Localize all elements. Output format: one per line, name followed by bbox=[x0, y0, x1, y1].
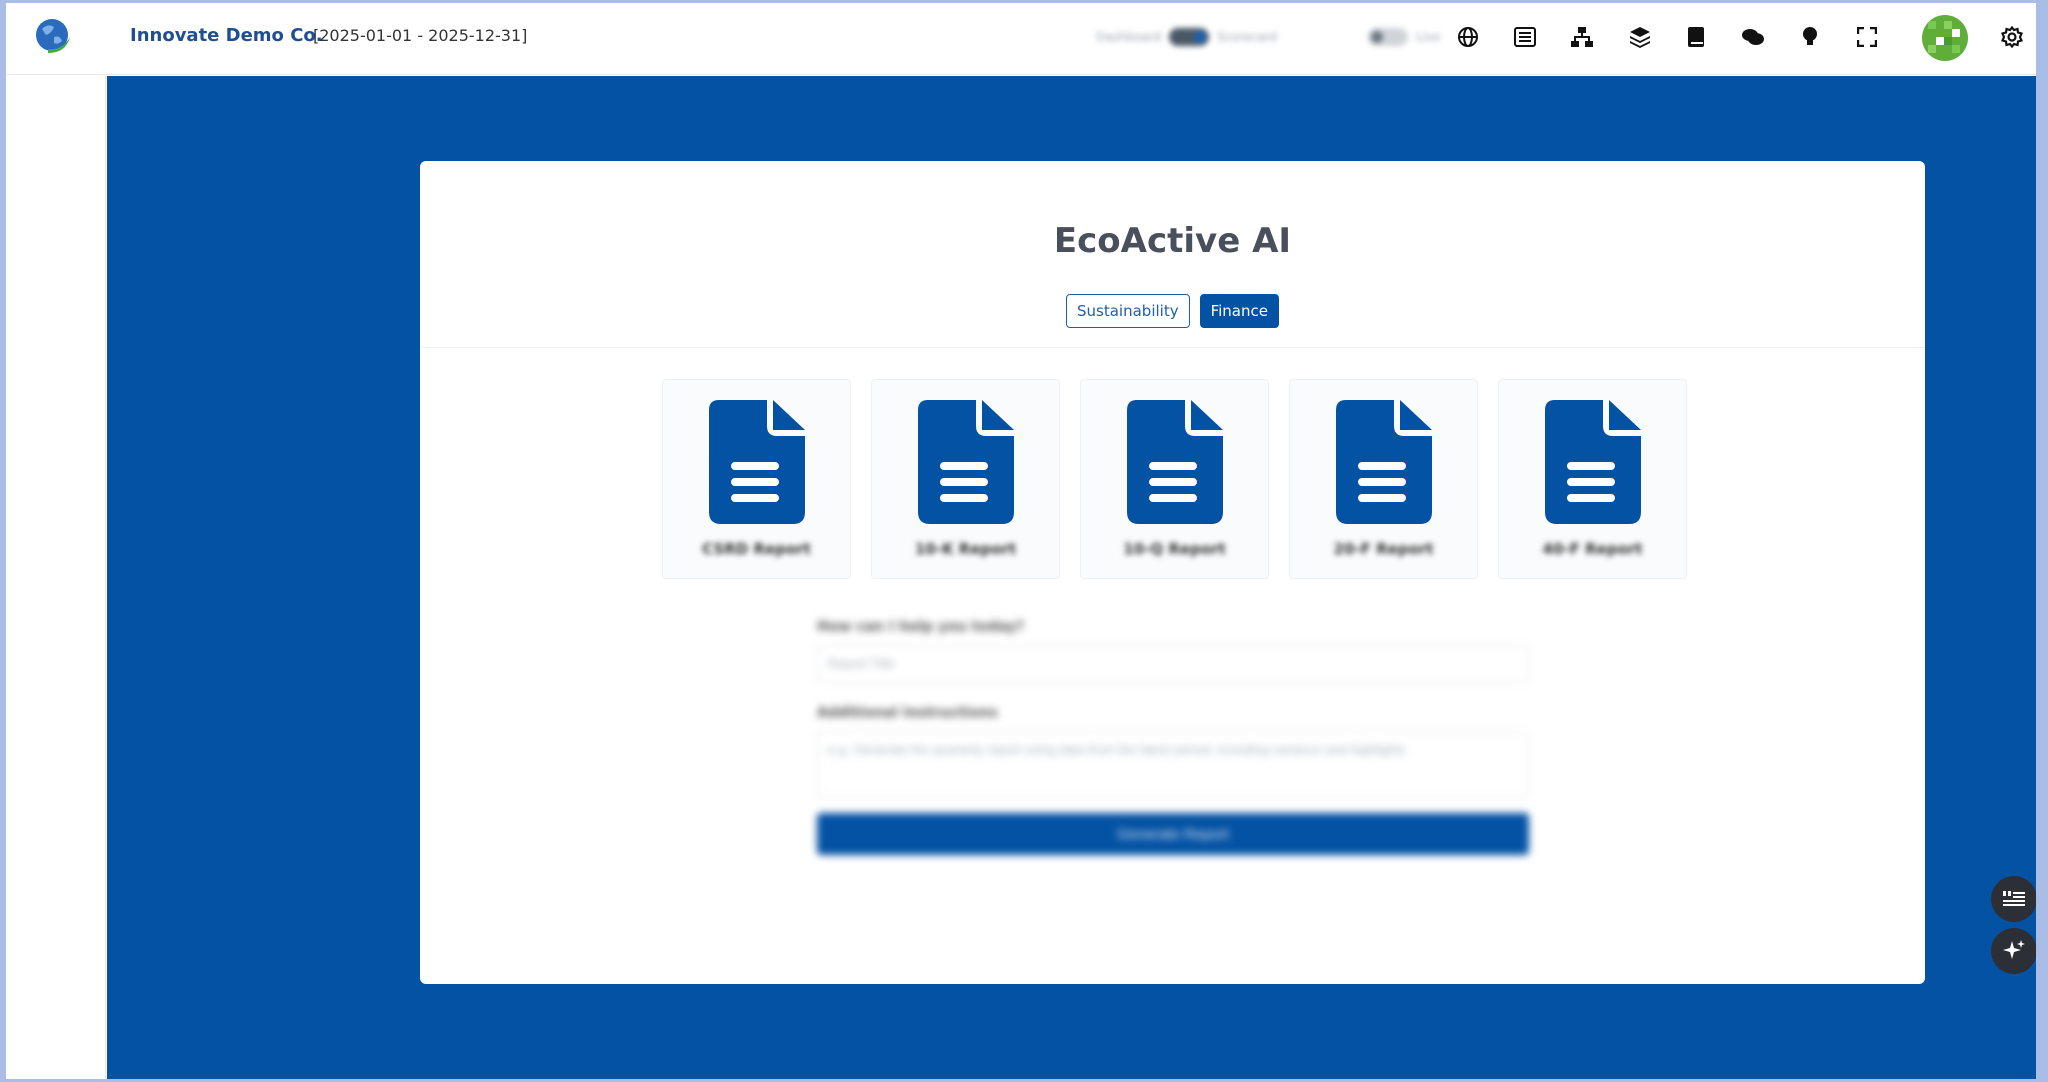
live-switch[interactable] bbox=[1368, 28, 1408, 46]
book-icon[interactable] bbox=[1682, 23, 1710, 51]
quote-list-button[interactable] bbox=[1991, 876, 2036, 922]
lightbulb-icon[interactable] bbox=[1796, 23, 1824, 51]
report-card-20f[interactable]: 20-F Report bbox=[1289, 379, 1478, 579]
layers-icon[interactable] bbox=[1626, 23, 1654, 51]
date-range[interactable]: [2025-01-01 - 2025-12-31] bbox=[313, 26, 527, 45]
generate-report-button[interactable]: Generate Report bbox=[817, 813, 1529, 855]
company-name[interactable]: Innovate Demo Co. bbox=[130, 25, 323, 46]
report-card-10k[interactable]: 10-K Report bbox=[871, 379, 1060, 579]
category-tabs: Sustainability Finance bbox=[420, 294, 1925, 328]
document-icon bbox=[1336, 400, 1432, 524]
report-form: How can I help you today? Report Title A… bbox=[817, 619, 1529, 879]
ai-sparkle-button[interactable] bbox=[1991, 928, 2036, 974]
divider bbox=[420, 347, 1925, 348]
report-card-40f[interactable]: 40-F Report bbox=[1498, 379, 1687, 579]
page-title: EcoActive AI bbox=[1053, 221, 1292, 261]
report-list: CSRD Report 10-K Report 10-Q Report 20-F… bbox=[662, 379, 1687, 579]
report-label: 10-K Report bbox=[914, 540, 1017, 558]
document-icon bbox=[1545, 400, 1641, 524]
toggle-mid-label: Scorecard bbox=[1217, 30, 1278, 44]
fullscreen-icon[interactable] bbox=[1853, 23, 1881, 51]
document-icon bbox=[918, 400, 1014, 524]
report-label: CSRD Report bbox=[702, 540, 811, 558]
document-icon bbox=[709, 400, 805, 524]
tab-sustainability[interactable]: Sustainability bbox=[1066, 294, 1190, 328]
view-switch[interactable] bbox=[1169, 28, 1210, 46]
report-card-csrd[interactable]: CSRD Report bbox=[662, 379, 851, 579]
top-bar: Innovate Demo Co. [2025-01-01 - 2025-12-… bbox=[6, 3, 2036, 75]
report-card-10q[interactable]: 10-Q Report bbox=[1080, 379, 1269, 579]
question-label: How can I help you today? bbox=[817, 619, 1025, 635]
company-logo[interactable] bbox=[32, 15, 76, 59]
chat-icon[interactable] bbox=[1739, 23, 1767, 51]
gear-icon[interactable] bbox=[1998, 23, 2026, 51]
sparkle-icon bbox=[2003, 940, 2025, 959]
globe-icon[interactable] bbox=[1454, 23, 1482, 51]
instructions-textarea[interactable]: e.g. Generate the quarterly report using… bbox=[817, 731, 1529, 799]
tab-finance[interactable]: Finance bbox=[1199, 294, 1279, 328]
list-icon[interactable] bbox=[1511, 23, 1539, 51]
quote-list-icon bbox=[2003, 891, 2025, 906]
document-icon bbox=[1127, 400, 1223, 524]
app-frame: Innovate Demo Co. [2025-01-01 - 2025-12-… bbox=[6, 3, 2036, 1079]
ecoactive-card: EcoActive AI Sustainability Finance CSRD… bbox=[420, 161, 1925, 984]
toggle-left-label: Dashboard bbox=[1096, 30, 1162, 44]
left-sidebar bbox=[6, 76, 106, 1079]
report-title-input[interactable]: Report Title bbox=[817, 645, 1529, 683]
main-content: EcoActive AI Sustainability Finance CSRD… bbox=[107, 76, 2036, 1079]
report-label: 10-Q Report bbox=[1123, 540, 1226, 558]
avatar[interactable] bbox=[1922, 15, 1968, 61]
toggle-right-label: Live bbox=[1416, 30, 1441, 44]
report-label: 40-F Report bbox=[1542, 540, 1643, 558]
view-toggle[interactable]: Dashboard Scorecard bbox=[1096, 25, 1277, 49]
instructions-label: Additional Instructions bbox=[817, 705, 998, 721]
live-toggle[interactable]: Live bbox=[1368, 25, 1441, 49]
sitemap-icon[interactable] bbox=[1568, 23, 1596, 51]
report-label: 20-F Report bbox=[1333, 540, 1434, 558]
